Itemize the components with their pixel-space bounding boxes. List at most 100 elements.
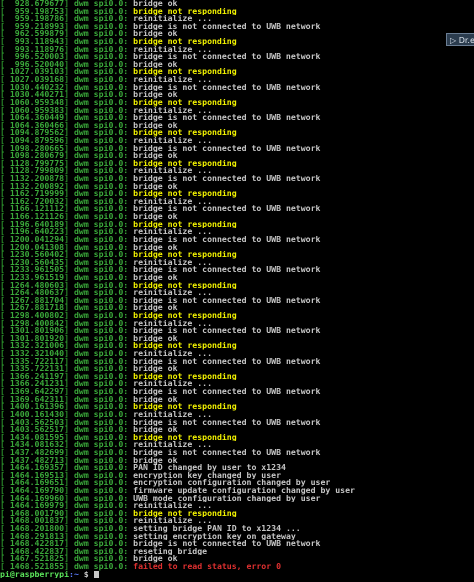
shell-prompt-line[interactable]: pi@raspberrypi:~ $: [0, 570, 474, 579]
bracket-close: ]: [64, 190, 74, 198]
bracket-close: ]: [64, 296, 74, 305]
log-timestamp: 1369.642297: [9, 388, 65, 396]
log-timestamp: 1332.321006: [9, 342, 65, 351]
log-source: dwm spi0.0:: [73, 98, 129, 107]
log-line: [ 1098.280679] dwm spi0.0: bridge ok: [0, 152, 474, 160]
log-message: bridge not responding: [133, 159, 237, 168]
log-line: [ 993.118976] dwm spi0.0: reinitialize .…: [0, 46, 474, 54]
log-line: [ 1434.081632] dwm spi0.0: reinitialize …: [0, 441, 474, 449]
log-source: dwm spi0.0:: [73, 350, 129, 358]
bracket-close: ]: [64, 114, 74, 122]
log-line: [ 1335.722117] dwm spi0.0: bridge is not…: [0, 358, 474, 366]
log-line: [ 1166.121126] dwm spi0.0: bridge ok: [0, 213, 474, 221]
log-line: [ 996.520003] dwm spi0.0: bridge is not …: [0, 53, 474, 61]
log-source: dwm spi0.0:: [73, 251, 129, 259]
log-line: [ 1437.482699] dwm spi0.0: bridge is not…: [0, 449, 474, 457]
log-source: dwm spi0.0:: [73, 281, 129, 290]
log-timestamp: 1060.959348: [9, 98, 65, 107]
taskbar-side-tab[interactable]: ▷ Dr.e: [446, 33, 474, 46]
bracket-close: ]: [64, 91, 74, 99]
log-message: bridge ok: [133, 365, 178, 373]
bracket-close: ]: [64, 213, 74, 221]
log-source: dwm spi0.0:: [73, 433, 129, 442]
bracket-close: ]: [64, 464, 74, 472]
log-source: dwm spi0.0:: [73, 502, 129, 510]
log-message: bridge ok: [133, 395, 178, 404]
log-timestamp: 1230.560435: [9, 258, 65, 267]
log-source: dwm spi0.0:: [73, 563, 129, 571]
terminal-output[interactable]: [ 928.679677] dwm spi0.0: bridge ok[ 959…: [0, 0, 474, 582]
bracket-close: ]: [64, 281, 74, 290]
log-line: [ 1298.400842] dwm spi0.0: reinitialize …: [0, 320, 474, 328]
log-line: [ 1332.321040] dwm spi0.0: reinitialize …: [0, 350, 474, 358]
log-message: bridge not responding: [133, 342, 237, 351]
bracket-close: ]: [64, 456, 74, 465]
log-timestamp: 1468.201800: [9, 525, 65, 533]
log-message: bridge is not connected to UWB network: [133, 357, 321, 366]
log-line: [ 1366.241197] dwm spi0.0: bridge not re…: [0, 373, 474, 381]
log-message: reinitialize ...: [133, 410, 213, 419]
log-source: dwm spi0.0:: [73, 441, 129, 449]
bracket-close: ]: [64, 555, 74, 564]
bracket-close: ]: [64, 509, 74, 518]
log-message: reinitialize ...: [133, 319, 213, 328]
log-message: reinitialize ...: [133, 380, 213, 389]
log-timestamp: 1298.400842: [9, 319, 65, 328]
log-message: reinitialize ...: [133, 197, 213, 206]
log-line: [ 1400.161430] dwm spi0.0: reinitialize …: [0, 411, 474, 419]
log-source: dwm spi0.0:: [73, 525, 129, 533]
log-source: dwm spi0.0:: [73, 7, 129, 16]
log-message: bridge not responding: [133, 190, 237, 198]
log-timestamp: 928.679677: [14, 0, 65, 8]
log-line: [ 1468.001837] dwm spi0.0: reinitialize …: [0, 517, 474, 525]
bracket-close: ]: [64, 197, 74, 206]
log-line: [ 1162.720032] dwm spi0.0: reinitialize …: [0, 198, 474, 206]
bracket-close: ]: [64, 350, 74, 358]
log-line: [ 1468.001790] dwm spi0.0: bridge not re…: [0, 510, 474, 518]
log-source: dwm spi0.0:: [73, 334, 129, 343]
log-line: [ 1464.169960] dwm spi0.0: UWB mode conf…: [0, 495, 474, 503]
log-source: dwm spi0.0:: [73, 327, 129, 335]
log-message: bridge not responding: [133, 68, 237, 77]
log-message: bridge is not connected to UWB network: [133, 388, 321, 396]
log-timestamp: 1094.879596: [9, 136, 65, 145]
log-message: bridge is not connected to UWB network: [133, 266, 321, 274]
log-message: bridge not responding: [133, 281, 237, 290]
log-message: bridge not responding: [133, 251, 237, 259]
log-source: dwm spi0.0:: [73, 235, 129, 244]
bracket-close: ]: [64, 121, 74, 130]
log-source: dwm spi0.0:: [73, 213, 129, 221]
log-source: dwm spi0.0:: [73, 464, 129, 472]
log-message: bridge not responding: [133, 509, 237, 518]
bracket-close: ]: [64, 273, 74, 282]
log-message: bridge ok: [133, 243, 178, 252]
log-timestamp: 1335.722131: [9, 365, 65, 373]
log-line: [ 1060.959383] dwm spi0.0: reinitialize …: [0, 107, 474, 115]
log-message: PAN ID changed by user to x1234: [133, 464, 286, 472]
bracket-close: ]: [64, 205, 74, 214]
log-line: [ 1064.360466] dwm spi0.0: bridge ok: [0, 122, 474, 130]
log-source: dwm spi0.0:: [73, 555, 129, 564]
log-message: bridge is not connected to UWB network: [133, 205, 321, 214]
log-source: dwm spi0.0:: [73, 159, 129, 168]
log-message: bridge not responding: [133, 129, 237, 137]
log-message: encryption configuration changed by user: [133, 479, 331, 487]
log-line: [ 1464.169651] dwm spi0.0: encryption co…: [0, 479, 474, 487]
log-source: dwm spi0.0:: [73, 258, 129, 267]
log-source: dwm spi0.0:: [73, 509, 129, 518]
log-message: reinitialize ...: [133, 258, 213, 267]
log-source: dwm spi0.0:: [73, 190, 129, 198]
log-source: dwm spi0.0:: [73, 22, 129, 31]
log-line: [ 959.198786] dwm spi0.0: reinitialize .…: [0, 15, 474, 23]
log-timestamp: 1468.001837: [9, 517, 65, 526]
log-timestamp: 1132.200878: [9, 175, 65, 183]
bracket-close: ]: [64, 45, 74, 54]
log-line: [ 1200.041294] dwm spi0.0: bridge is not…: [0, 236, 474, 244]
log-message: bridge is not connected to UWB network: [133, 448, 321, 457]
log-source: dwm spi0.0:: [73, 0, 129, 8]
bracket-close: ]: [64, 83, 74, 92]
bracket-close: ]: [64, 342, 74, 351]
bracket-close: ]: [64, 182, 74, 191]
side-tab-label: Dr.e: [458, 36, 474, 45]
log-timestamp: 993.118976: [14, 45, 65, 54]
